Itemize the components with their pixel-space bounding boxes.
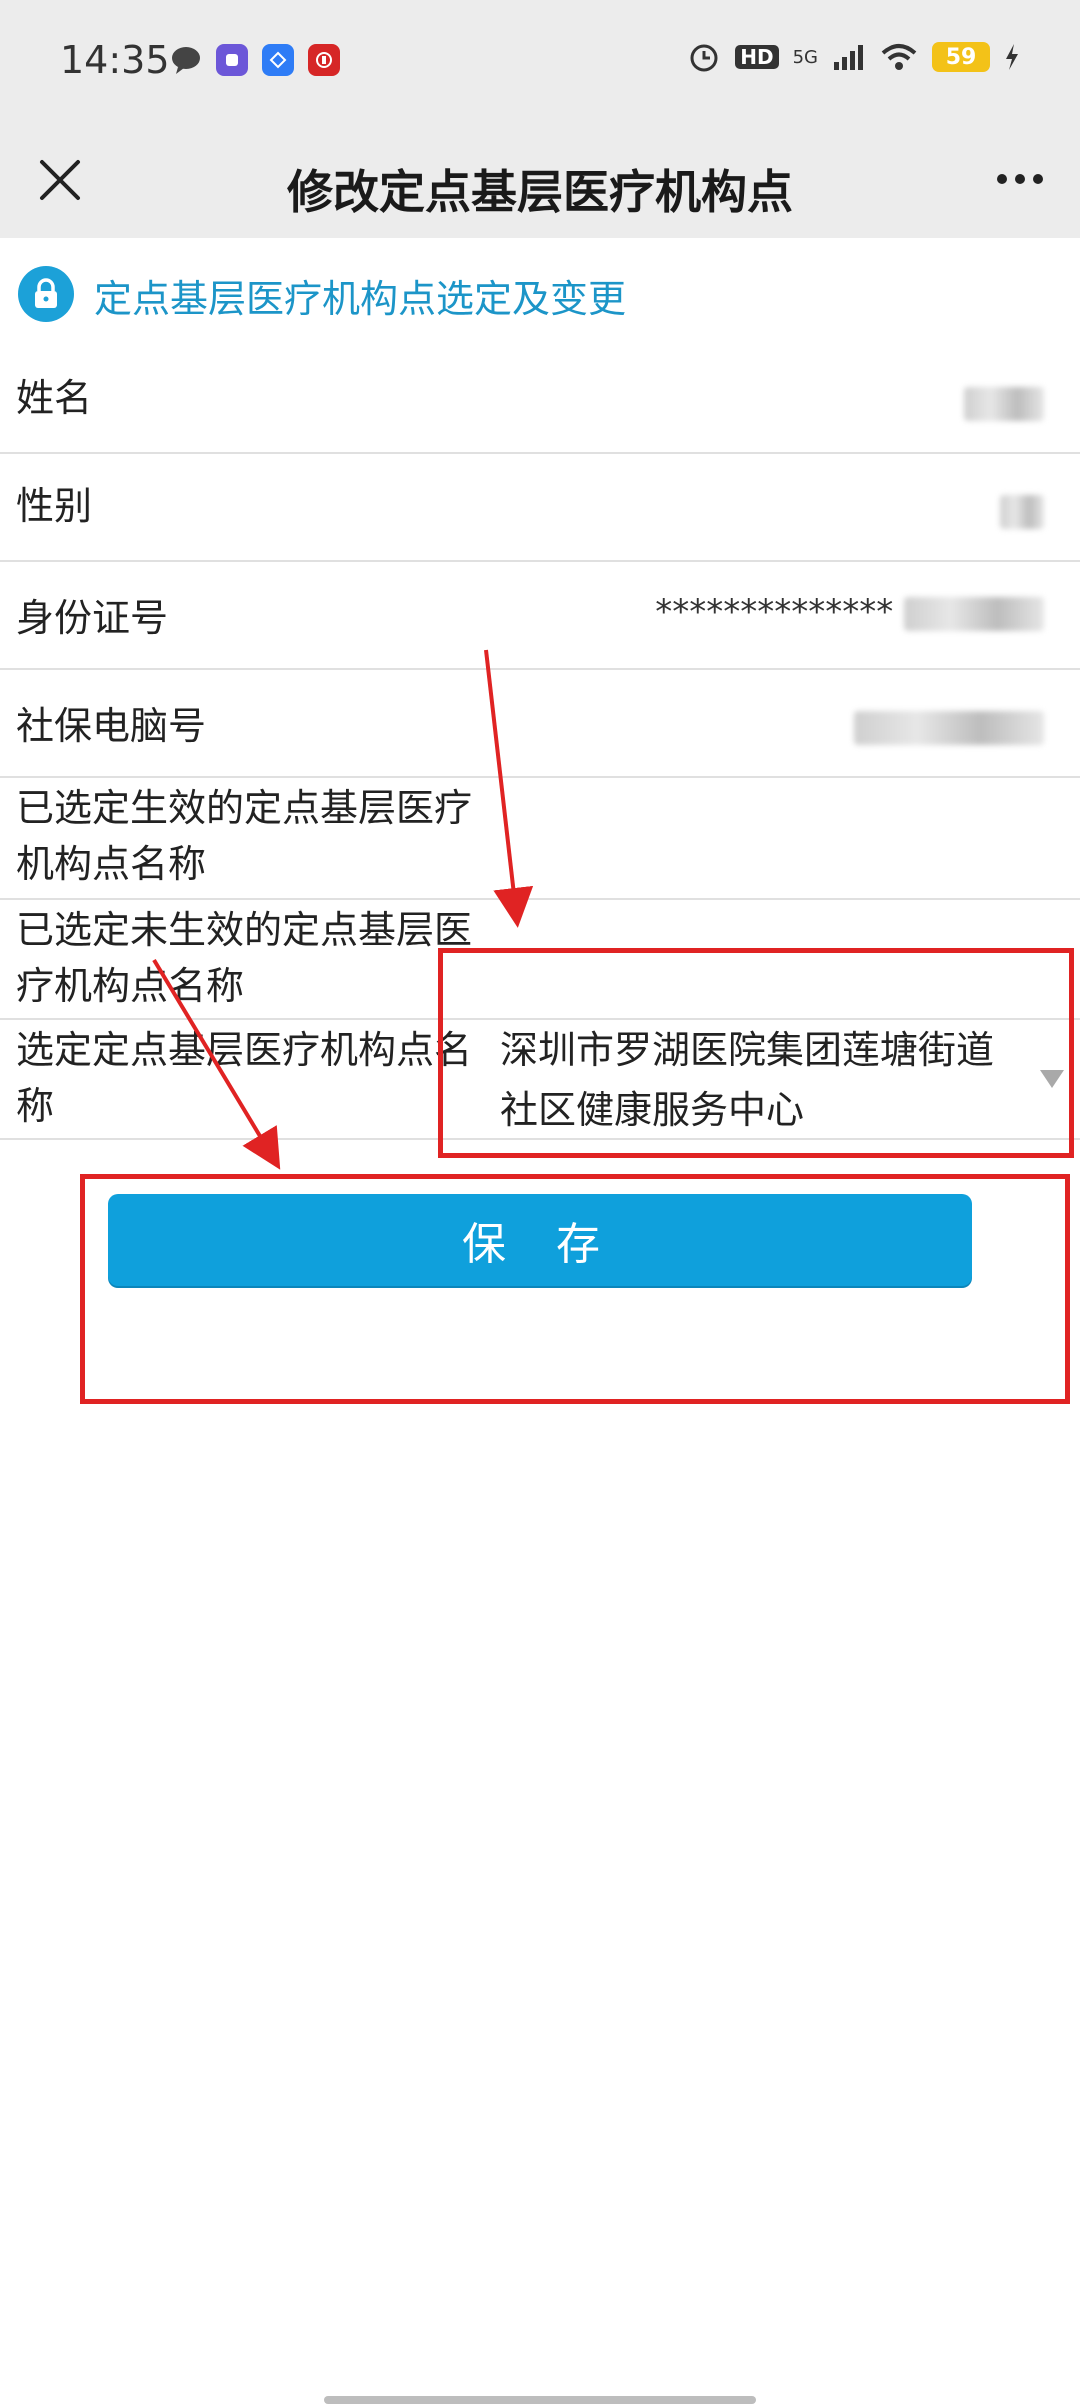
- annotation-arrows: [152, 649, 534, 1170]
- home-indicator[interactable]: [324, 2396, 756, 2404]
- annotation-arrow-2: [152, 958, 281, 1170]
- annotation-arrow-1: [484, 649, 534, 928]
